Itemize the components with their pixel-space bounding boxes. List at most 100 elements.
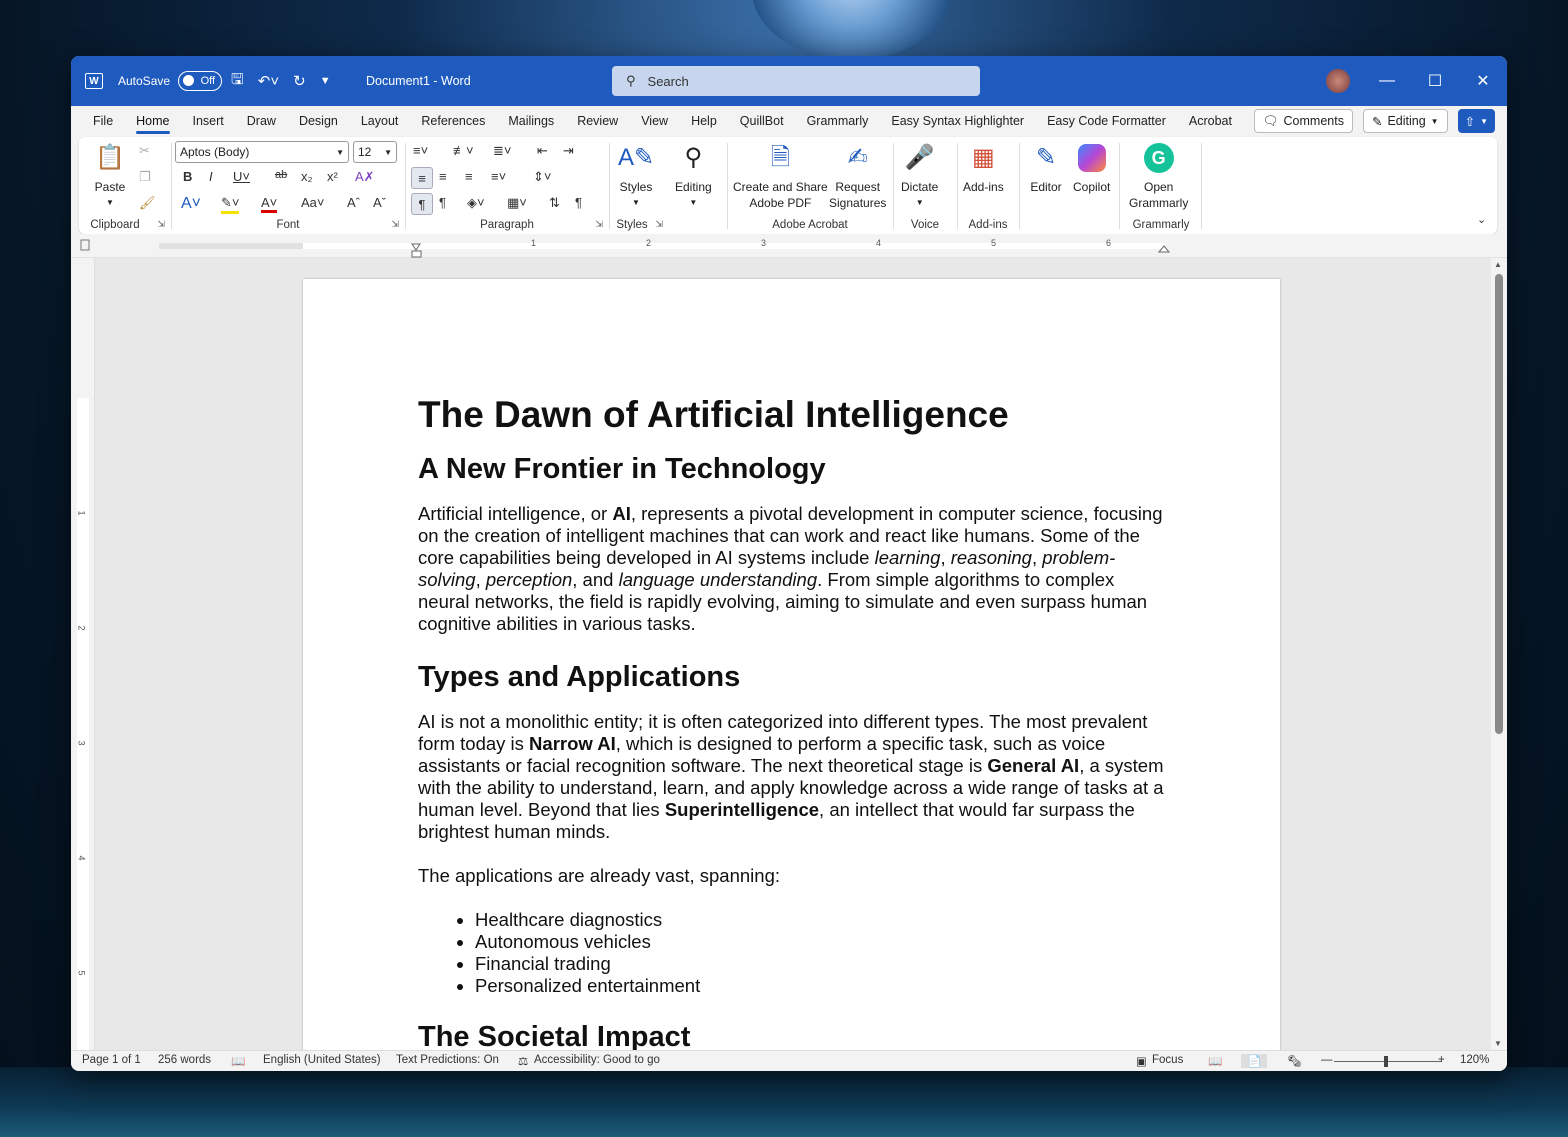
font-color-icon[interactable]: A˅: [261, 195, 278, 213]
align-left-icon[interactable]: ≡: [411, 167, 433, 189]
page-count[interactable]: Page 1 of 1: [82, 1054, 141, 1066]
create-share-pdf-button[interactable]: 🗎 Create and Share Adobe PDF: [733, 141, 828, 211]
cut-icon[interactable]: ✂: [139, 143, 150, 159]
word-count[interactable]: 256 words: [158, 1054, 211, 1066]
underline-icon[interactable]: U˅: [233, 169, 250, 184]
superscript-icon[interactable]: x²: [327, 169, 338, 184]
autosave-toggle[interactable]: Off: [178, 71, 223, 91]
bullets-icon[interactable]: ≡˅: [413, 143, 428, 158]
autosave-control[interactable]: AutoSave Off: [118, 56, 223, 106]
proofing-icon[interactable]: 📖: [231, 1054, 245, 1068]
sort-icon[interactable]: ⇅: [549, 195, 560, 211]
customize-qat-icon[interactable]: ▼: [320, 75, 331, 87]
tab-draw[interactable]: Draw: [247, 114, 276, 128]
redo-icon[interactable]: ↻: [293, 72, 306, 90]
tab-grammarly[interactable]: Grammarly: [807, 114, 869, 128]
save-icon[interactable]: 🖫: [231, 69, 244, 94]
tab-view[interactable]: View: [641, 114, 668, 128]
horizontal-ruler[interactable]: 1 2 3 4 5 6: [71, 234, 1507, 258]
font-name-combo[interactable]: Aptos (Body) ▼: [175, 141, 349, 163]
read-mode-icon[interactable]: 📖: [1208, 1054, 1222, 1068]
tab-review[interactable]: Review: [577, 114, 618, 128]
styles-button[interactable]: A✎ Styles ▼: [618, 141, 654, 211]
line-spacing-icon[interactable]: ⇕˅: [533, 169, 551, 185]
editor-button[interactable]: ✎ Editor: [1029, 141, 1063, 195]
tab-design[interactable]: Design: [299, 114, 338, 128]
zoom-slider-thumb[interactable]: [1384, 1056, 1388, 1067]
align-center-icon[interactable]: ≡: [439, 169, 447, 184]
minimize-icon[interactable]: —: [1363, 72, 1411, 90]
shrink-font-icon[interactable]: Aˇ: [373, 195, 386, 210]
numbering-icon[interactable]: ≢˅: [453, 143, 474, 158]
focus-mode[interactable]: Focus: [1152, 1054, 1183, 1066]
copy-icon[interactable]: ❐: [139, 169, 151, 185]
tab-quillbot[interactable]: QuillBot: [740, 114, 784, 128]
font-size-combo[interactable]: 12 ▼: [353, 141, 397, 163]
document-page[interactable]: The Dawn of Artificial Intelligence A Ne…: [303, 279, 1280, 1050]
undo-icon[interactable]: ↶˅: [258, 72, 279, 90]
tab-home[interactable]: Home: [136, 114, 170, 134]
copilot-button[interactable]: Copilot: [1073, 141, 1110, 195]
shading-icon[interactable]: ◈˅: [467, 195, 485, 211]
strikethrough-icon[interactable]: ab: [275, 169, 287, 181]
zoom-out-icon[interactable]: —: [1321, 1054, 1333, 1066]
justify-icon[interactable]: ≡˅: [491, 169, 506, 184]
subscript-icon[interactable]: x₂: [301, 169, 313, 184]
tab-easy-syntax-highlighter[interactable]: Easy Syntax Highlighter: [891, 114, 1024, 128]
editing-mode-button[interactable]: ✎ Editing ▼: [1362, 109, 1448, 133]
document-body[interactable]: The Dawn of Artificial Intelligence A Ne…: [418, 391, 1168, 1050]
editing-button[interactable]: ⚲ Editing ▼: [675, 141, 712, 211]
comments-button[interactable]: 🗨 Comments: [1253, 109, 1353, 133]
maximize-icon[interactable]: ☐: [1411, 71, 1459, 91]
print-layout-icon[interactable]: 📄: [1241, 1054, 1268, 1068]
collapse-ribbon-icon[interactable]: ⌄: [1477, 213, 1486, 226]
avatar[interactable]: [1326, 69, 1350, 93]
request-signatures-button[interactable]: ✍ Request Signatures: [829, 141, 886, 211]
dialog-launcher-icon[interactable]: ⇲: [391, 219, 399, 230]
format-painter-icon[interactable]: 🖌: [139, 195, 156, 211]
multilevel-list-icon[interactable]: ≣˅: [493, 143, 511, 159]
scroll-down-icon[interactable]: ▼: [1494, 1039, 1502, 1048]
accessibility-status[interactable]: Accessibility: Good to go: [534, 1054, 660, 1066]
close-icon[interactable]: ✕: [1459, 71, 1507, 91]
highlight-color-icon[interactable]: ✎˅: [221, 195, 240, 214]
borders-icon[interactable]: ▦˅: [507, 195, 527, 211]
dialog-launcher-icon[interactable]: ⇲: [655, 219, 663, 230]
zoom-level[interactable]: 120%: [1460, 1054, 1489, 1066]
zoom-slider[interactable]: [1334, 1061, 1442, 1062]
increase-indent-icon[interactable]: ⇥: [563, 143, 574, 159]
tab-easy-code-formatter[interactable]: Easy Code Formatter: [1047, 114, 1166, 128]
grow-font-icon[interactable]: Aˆ: [347, 195, 360, 210]
tab-help[interactable]: Help: [691, 114, 717, 128]
rtl-icon[interactable]: ¶: [439, 195, 446, 210]
show-formatting-icon[interactable]: ¶: [575, 195, 582, 210]
dialog-launcher-icon[interactable]: ⇲: [595, 219, 603, 230]
decrease-indent-icon[interactable]: ⇤: [537, 143, 548, 159]
document-canvas[interactable]: The Dawn of Artificial Intelligence A Ne…: [95, 258, 1491, 1050]
addins-button[interactable]: ▦ Add-ins: [963, 141, 1004, 195]
tab-insert[interactable]: Insert: [193, 114, 224, 128]
scroll-up-icon[interactable]: ▲: [1494, 260, 1502, 269]
tab-file[interactable]: File: [93, 114, 113, 128]
bold-icon[interactable]: B: [183, 169, 192, 184]
zoom-in-icon[interactable]: +: [1438, 1054, 1445, 1066]
vertical-ruler[interactable]: 1 2 3 4 5: [71, 258, 95, 1058]
search-box[interactable]: ⚲ Search: [612, 66, 980, 96]
web-layout-icon[interactable]: 🗞: [1287, 1054, 1302, 1068]
italic-icon[interactable]: I: [209, 169, 213, 184]
tab-references[interactable]: References: [421, 114, 485, 128]
open-grammarly-button[interactable]: G Open Grammarly: [1129, 141, 1188, 211]
align-right-icon[interactable]: ≡: [465, 169, 473, 184]
text-predictions[interactable]: Text Predictions: On: [396, 1054, 499, 1066]
clear-formatting-icon[interactable]: A✗: [355, 169, 375, 185]
tab-layout[interactable]: Layout: [361, 114, 399, 128]
vertical-scrollbar[interactable]: ▲ ▼: [1491, 258, 1507, 1050]
dictate-button[interactable]: 🎤 Dictate ▼: [901, 141, 938, 211]
change-case-icon[interactable]: Aa˅: [301, 195, 325, 210]
paste-button[interactable]: 📋 Paste ▼: [93, 141, 127, 211]
tab-acrobat[interactable]: Acrobat: [1189, 114, 1232, 128]
ltr-icon[interactable]: ¶: [411, 193, 433, 215]
tab-mailings[interactable]: Mailings: [508, 114, 554, 128]
dialog-launcher-icon[interactable]: ⇲: [157, 219, 165, 230]
scrollbar-thumb[interactable]: [1495, 274, 1503, 734]
